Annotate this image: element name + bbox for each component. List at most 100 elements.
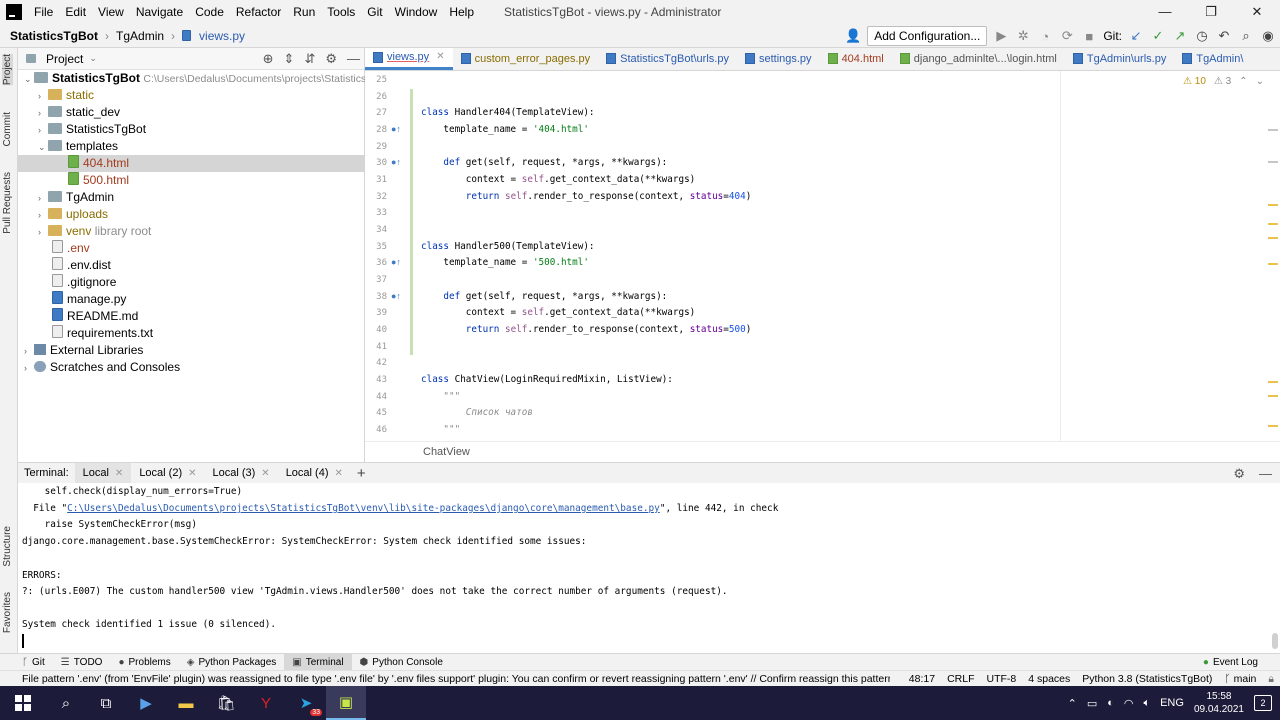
caret-position[interactable]: 48:17 — [909, 673, 935, 685]
tree-item-static[interactable]: › static — [18, 87, 365, 104]
scrollbar-marker[interactable] — [1268, 381, 1278, 383]
profile-icon[interactable]: ⟳ — [1059, 28, 1075, 44]
hide-icon[interactable]: — — [1259, 466, 1272, 482]
debug-icon[interactable]: ✲ — [1015, 28, 1031, 44]
tab-custom-error-pages[interactable]: custom_error_pages.py — [453, 48, 599, 70]
tree-item-static-dev[interactable]: › static_dev — [18, 104, 365, 121]
toolwindow-problems[interactable]: ● Problems — [110, 654, 178, 671]
search-icon[interactable]: ⌕ — [1238, 28, 1254, 44]
toolwindow-git[interactable]: ᚴ Git — [0, 654, 53, 671]
file-explorer-icon[interactable]: ▬ — [166, 686, 206, 720]
menu-navigate[interactable]: Navigate — [130, 5, 189, 19]
collapse-all-icon[interactable]: ⇵ — [304, 51, 315, 67]
chevron-right-icon[interactable]: › — [38, 224, 48, 241]
yandex-browser-icon[interactable]: Y — [246, 686, 286, 720]
terminal-tab-local-4[interactable]: Local (4) ✕ — [278, 463, 351, 484]
notification-icon[interactable]: 2 — [1254, 695, 1272, 711]
terminal-output[interactable]: self.check(display_num_errors=True) File… — [18, 483, 1280, 653]
user-icon[interactable]: 👤 — [845, 28, 861, 44]
code-editor[interactable]: 25 26 27 28 29 30 31 32 33 34 35 36 37 3… — [365, 71, 1280, 441]
pycharm-taskbar-icon[interactable]: ▣ — [326, 686, 366, 720]
crumb-file[interactable]: views.py — [199, 29, 245, 43]
terminal-tab-local[interactable]: Local ✕ — [74, 462, 132, 484]
input-language[interactable]: ENG — [1160, 697, 1184, 709]
menu-file[interactable]: File — [28, 5, 59, 19]
tab-settings[interactable]: settings.py — [737, 48, 820, 70]
tree-item-manage-py[interactable]: manage.py — [18, 291, 365, 308]
menu-run[interactable]: Run — [287, 5, 321, 19]
chevron-down-icon[interactable]: ⌄ — [38, 139, 48, 156]
code-breadcrumb[interactable]: ChatView — [423, 446, 470, 458]
crumb-folder[interactable]: TgAdmin — [116, 29, 164, 43]
git-branch-widget[interactable]: ᚴ main — [1224, 673, 1256, 685]
override-marker-icon[interactable]: ●↑ — [391, 157, 401, 167]
git-commit-icon[interactable]: ✓ — [1150, 28, 1166, 44]
ide-features-icon[interactable]: ◉ — [1260, 28, 1276, 44]
menu-code[interactable]: Code — [189, 5, 230, 19]
tree-external-libraries[interactable]: › External Libraries — [18, 342, 365, 359]
tree-item-readme[interactable]: README.md — [18, 308, 365, 325]
rollback-icon[interactable]: ↶ — [1216, 28, 1232, 44]
hide-icon[interactable]: — — [347, 51, 360, 67]
close-icon[interactable]: ✕ — [436, 48, 444, 67]
chevron-right-icon[interactable]: › — [38, 105, 48, 122]
tree-item-venv[interactable]: › venv library root — [18, 223, 365, 240]
git-push-icon[interactable]: ↗ — [1172, 28, 1188, 44]
scrollbar-marker[interactable] — [1268, 263, 1278, 265]
chevron-right-icon[interactable]: › — [24, 360, 34, 377]
toolwindow-terminal[interactable]: ▣ Terminal — [284, 653, 352, 671]
task-view-icon[interactable]: ⧉ — [86, 686, 126, 720]
chevron-right-icon[interactable]: › — [38, 190, 48, 207]
toolwindow-todo[interactable]: ☰ TODO — [53, 654, 111, 671]
menu-window[interactable]: Window — [389, 5, 444, 19]
new-terminal-tab-button[interactable]: + — [351, 465, 366, 482]
run-icon[interactable]: ▶ — [993, 28, 1009, 44]
menu-tools[interactable]: Tools — [321, 5, 361, 19]
close-icon[interactable]: ✕ — [188, 463, 196, 484]
tree-item-tgadmin[interactable]: › TgAdmin — [18, 189, 365, 206]
tree-item-templates[interactable]: ⌄ templates — [18, 138, 365, 155]
menu-edit[interactable]: Edit — [59, 5, 92, 19]
tab-tgadmin-more[interactable]: TgAdmin\ — [1174, 48, 1251, 70]
wifi-icon[interactable]: ◠ — [1124, 697, 1134, 710]
override-marker-icon[interactable]: ●↑ — [391, 291, 401, 301]
close-window-icon[interactable]: ✕ — [1234, 0, 1280, 24]
scrollbar-marker[interactable] — [1268, 425, 1278, 427]
add-configuration-button[interactable]: Add Configuration... — [867, 26, 988, 46]
expand-all-icon[interactable]: ⇕ — [284, 51, 295, 67]
scrollbar-marker[interactable] — [1268, 204, 1278, 206]
file-encoding[interactable]: UTF-8 — [987, 673, 1017, 685]
tree-item-500-html[interactable]: 500.html — [18, 172, 365, 189]
close-icon[interactable]: ✕ — [334, 463, 342, 484]
tab-404-html[interactable]: 404.html — [820, 48, 892, 70]
side-tab-commit[interactable]: Commit — [2, 112, 13, 146]
menu-view[interactable]: View — [92, 5, 130, 19]
history-icon[interactable]: ◷ — [1194, 28, 1210, 44]
locate-icon[interactable]: ⊕ — [263, 51, 274, 67]
toolwindow-python-console[interactable]: ⬢ Python Console — [352, 654, 451, 671]
file-path-link[interactable]: C:\Users\Dedalus\Documents\projects\Stat… — [67, 503, 660, 514]
scrollbar-marker[interactable] — [1268, 237, 1278, 239]
tree-item-uploads[interactable]: › uploads — [18, 206, 365, 223]
toolwindow-event-log[interactable]: ● Event Log — [1195, 654, 1266, 671]
chevron-right-icon[interactable]: › — [24, 343, 34, 360]
scrollbar-marker[interactable] — [1268, 223, 1278, 225]
terminal-scrollbar[interactable] — [1272, 633, 1278, 649]
tree-item-requirements[interactable]: requirements.txt — [18, 325, 365, 342]
tree-item-gitignore[interactable]: .gitignore — [18, 274, 365, 291]
side-tab-pull-requests[interactable]: Pull Requests — [2, 172, 13, 234]
stop-icon[interactable]: ■ — [1081, 29, 1097, 44]
override-marker-icon[interactable]: ●↑ — [391, 124, 401, 134]
maximize-icon[interactable]: ❐ — [1188, 0, 1234, 24]
terminal-tab-local-3[interactable]: Local (3) ✕ — [205, 463, 278, 484]
menu-git[interactable]: Git — [361, 5, 388, 19]
tab-login-html[interactable]: django_adminlte\...\login.html — [892, 48, 1065, 70]
chevron-down-icon[interactable]: ⌄ — [89, 53, 97, 64]
powershell-icon[interactable]: ▶ — [126, 686, 166, 720]
side-tab-project[interactable]: Project — [2, 54, 13, 86]
tree-item-env[interactable]: .env — [18, 240, 365, 257]
menu-help[interactable]: Help — [443, 5, 480, 19]
store-icon[interactable]: 🛍︎ — [206, 686, 246, 720]
chevron-right-icon[interactable]: › — [38, 207, 48, 224]
gear-icon[interactable]: ⚙ — [1233, 466, 1245, 482]
